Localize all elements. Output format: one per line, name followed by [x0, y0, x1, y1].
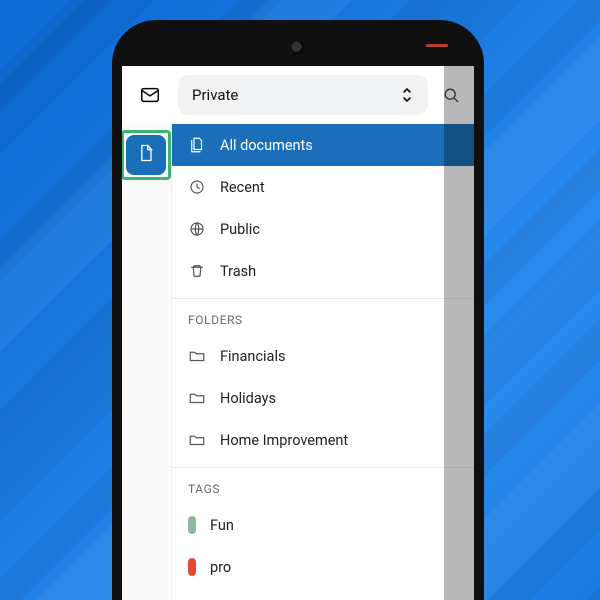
- nav-all-documents[interactable]: All documents: [172, 124, 474, 166]
- document-icon: [136, 143, 156, 167]
- notification-led: [426, 44, 448, 47]
- folders-section-label: FOLDERS: [172, 298, 474, 335]
- globe-icon: [188, 220, 206, 238]
- nav-item-label: Recent: [220, 179, 265, 196]
- folder-icon: [188, 431, 206, 449]
- nav-item-label: Public: [220, 221, 260, 238]
- nav-recent[interactable]: Recent: [172, 166, 474, 208]
- phone-frame: Private: [112, 20, 484, 600]
- navigation-drawer: All documents Recent Public: [122, 124, 474, 600]
- side-rail: [122, 124, 172, 600]
- nav-trash[interactable]: Trash: [172, 250, 474, 292]
- folder-icon: [188, 389, 206, 407]
- folder-label: Home Improvement: [220, 432, 348, 449]
- workspace-selector-label: Private: [192, 86, 238, 104]
- folder-item[interactable]: Home Improvement: [172, 419, 474, 461]
- documents-rail-button[interactable]: [126, 135, 166, 175]
- wallpaper: Private: [0, 0, 600, 600]
- folder-item[interactable]: Financials: [172, 335, 474, 377]
- drawer-panel: All documents Recent Public: [172, 124, 474, 600]
- tutorial-highlight: [122, 130, 171, 180]
- nav-public[interactable]: Public: [172, 208, 474, 250]
- tag-label: pro: [210, 559, 231, 576]
- folder-icon: [188, 347, 206, 365]
- documents-stack-icon: [188, 136, 206, 154]
- tag-color-swatch: [188, 558, 196, 576]
- tag-color-swatch: [188, 516, 196, 534]
- nav-item-label: All documents: [220, 137, 313, 154]
- app-screen: Private: [122, 66, 474, 600]
- drawer-topbar: Private: [122, 66, 474, 124]
- phone-notch: [122, 30, 474, 66]
- front-camera: [291, 41, 305, 55]
- folder-item[interactable]: Holidays: [172, 377, 474, 419]
- folder-label: Holidays: [220, 390, 276, 407]
- workspace-selector[interactable]: Private: [178, 75, 428, 115]
- tag-label: Fun: [210, 517, 234, 534]
- folder-label: Financials: [220, 348, 285, 365]
- drawer-scrim[interactable]: [444, 66, 474, 600]
- trash-icon: [188, 262, 206, 280]
- tag-item[interactable]: pro: [172, 546, 474, 588]
- chevron-up-down-icon: [400, 86, 414, 104]
- tags-section-label: TAGS: [172, 467, 474, 504]
- tag-item[interactable]: Fun: [172, 504, 474, 546]
- clock-icon: [188, 178, 206, 196]
- nav-item-label: Trash: [220, 263, 256, 280]
- mail-icon[interactable]: [130, 84, 170, 106]
